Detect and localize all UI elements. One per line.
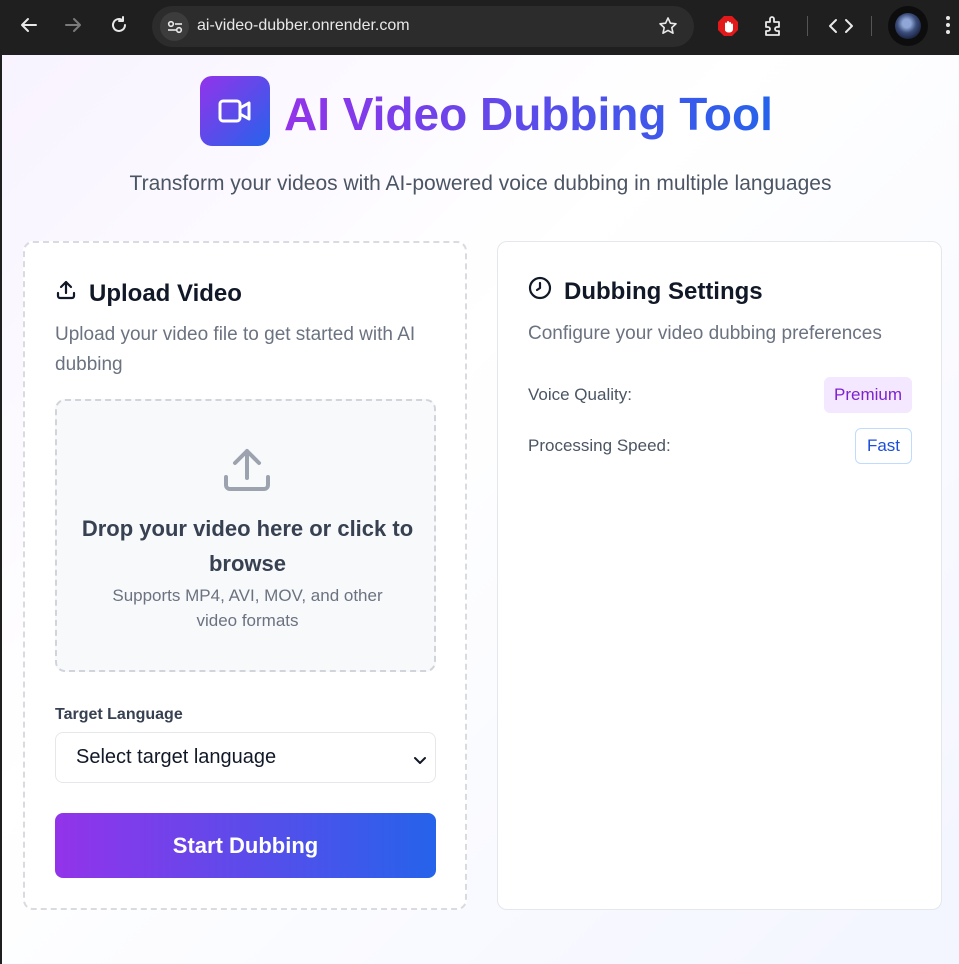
upload-description: Upload your video file to get started wi… <box>55 324 416 375</box>
dropzone-title: Drop your video here or click to browse <box>81 516 414 576</box>
target-language-select[interactable]: Select target language <box>55 732 436 783</box>
puzzle-icon[interactable] <box>762 14 786 43</box>
browser-toolbar: ai-video-dubber.onrender.com <box>0 0 959 55</box>
star-icon[interactable] <box>658 16 678 41</box>
settings-description: Configure your video dubbing preferences <box>528 323 882 344</box>
upload-icon <box>55 279 77 308</box>
setting-label: Voice Quality: <box>528 385 632 404</box>
back-arrow-icon[interactable] <box>14 10 44 40</box>
dropzone-subtitle: Supports MP4, AVI, MOV, and other video … <box>112 586 383 630</box>
setting-row-voice-quality: Voice Quality: Premium <box>528 377 912 413</box>
page-title: AI Video Dubbing Tool <box>284 88 773 140</box>
toolbar-divider <box>807 16 808 36</box>
extension-stop-icon[interactable] <box>716 14 740 38</box>
toolbar-divider <box>871 16 872 36</box>
code-icon[interactable] <box>828 14 854 43</box>
target-language-value: Select target language <box>76 746 277 768</box>
status-badge: Premium <box>823 377 912 413</box>
video-dropzone[interactable]: Drop your video here or click to browse … <box>55 399 436 672</box>
setting-label: Processing Speed: <box>528 436 671 455</box>
settings-card: Dubbing Settings Configure your video du… <box>497 241 942 910</box>
target-language-label: Target Language <box>55 706 183 723</box>
site-settings-icon[interactable] <box>160 12 189 41</box>
forward-arrow-icon[interactable] <box>58 10 88 40</box>
profile-avatar[interactable] <box>888 6 928 46</box>
upload-card: Upload Video Upload your video file to g… <box>23 241 467 910</box>
page: AI Video Dubbing Tool Transform your vid… <box>2 55 959 964</box>
status-badge: Fast <box>854 428 912 464</box>
chevron-down-icon <box>413 750 427 773</box>
address-bar[interactable]: ai-video-dubber.onrender.com <box>152 6 694 47</box>
upload-icon <box>222 445 272 500</box>
reload-icon[interactable] <box>104 10 134 40</box>
settings-heading: Dubbing Settings <box>564 277 763 305</box>
page-subtitle: Transform your videos with AI-powered vo… <box>129 172 832 195</box>
upload-heading: Upload Video <box>89 279 242 307</box>
setting-row-processing-speed: Processing Speed: Fast <box>528 428 912 464</box>
kebab-menu-icon[interactable] <box>946 16 952 37</box>
settings-card-header: Dubbing Settings <box>528 276 763 307</box>
url-text[interactable]: ai-video-dubber.onrender.com <box>197 17 410 35</box>
video-camera-icon <box>200 76 270 146</box>
upload-card-header: Upload Video <box>55 279 242 308</box>
start-dubbing-button[interactable]: Start Dubbing <box>55 813 436 878</box>
history-icon <box>528 276 552 307</box>
